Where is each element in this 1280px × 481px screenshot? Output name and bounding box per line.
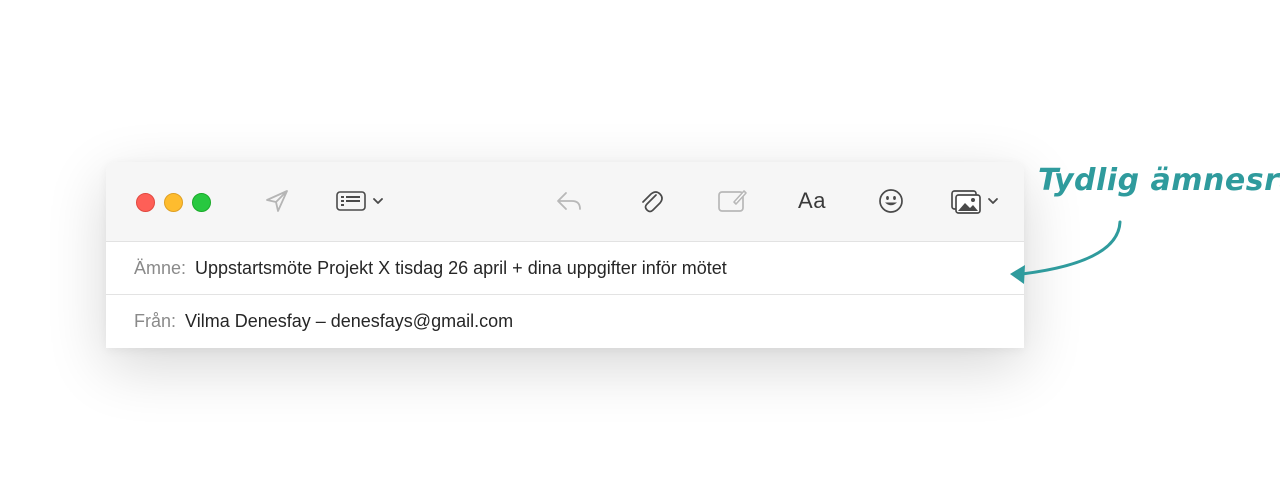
chevron-down-icon [373,198,383,204]
send-icon [266,190,288,212]
markup-icon [718,190,747,212]
subject-field[interactable]: Uppstartsmöte Projekt X tisdag 26 april … [195,258,727,279]
subject-label: Ämne: [134,257,187,278]
attach-button[interactable] [634,184,668,218]
chevron-down-icon [987,198,998,204]
subject-row[interactable]: Ämne: Uppstartsmöte Projekt X tisdag 26 … [106,242,1024,295]
mail-compose-window: Aa Ämne: Uppstartsmöte Projekt X tisdag [106,162,1024,348]
photo-browser-icon [950,190,981,214]
emoji-button[interactable] [874,184,908,218]
from-label: Från: [134,310,177,331]
reply-button[interactable] [552,184,586,218]
attachment-icon [642,191,663,213]
maximize-button[interactable] [192,193,211,212]
minimize-button[interactable] [164,193,183,212]
fonts-button[interactable]: Aa [790,184,834,218]
send-button[interactable] [260,184,294,218]
toolbar: Aa [106,162,1024,242]
markup-button[interactable] [712,184,752,218]
photo-browser-button[interactable] [944,184,1004,218]
header-fields-icon [336,191,366,211]
annotation-text: Tydlig ämnesrad [1038,163,1280,198]
from-field[interactable]: Vilma Denesfay – denesfays@gmail.com [185,311,513,332]
close-button[interactable] [136,193,155,212]
emoji-icon [879,189,903,213]
reply-icon [557,192,581,210]
from-row[interactable]: Från: Vilma Denesfay – denesfays@gmail.c… [106,295,1024,347]
header-fields-button[interactable] [332,184,388,218]
